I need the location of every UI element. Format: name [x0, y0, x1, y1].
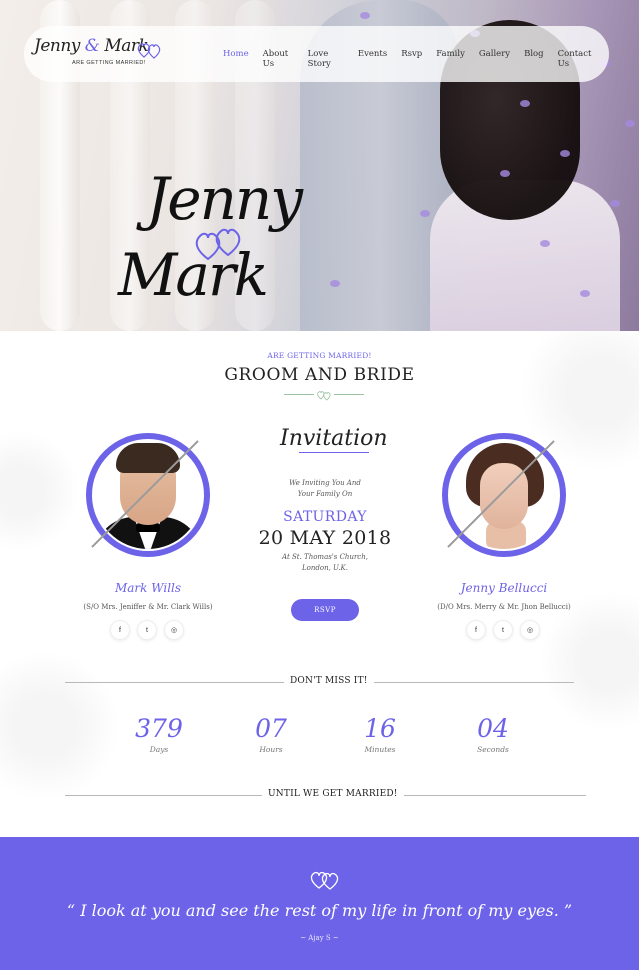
bride-name: Jenny Bellucci — [460, 581, 548, 595]
nav-contact-us[interactable]: Contact Us — [558, 49, 595, 69]
top-navbar: Jenny & Mark ARE GETTING MARRIED! Home A… — [24, 26, 609, 82]
petal — [360, 12, 370, 19]
divider-line — [284, 394, 314, 395]
nav-about-us[interactable]: About Us — [263, 49, 294, 69]
venue-line-2: London, U.K. — [302, 564, 348, 572]
hero-name-mark: Mark — [118, 241, 269, 309]
nav-gallery[interactable]: Gallery — [479, 49, 510, 69]
bride-facebook-icon[interactable]: f — [466, 620, 486, 640]
petal — [330, 280, 340, 287]
bride-photo — [436, 427, 586, 577]
countdown-bottom-label: UNTIL WE GET MARRIED! — [262, 789, 404, 799]
petal — [580, 290, 590, 297]
hearts-icon — [317, 391, 331, 401]
groom-parents: (S/O Mrs. Jeniffer & Mr. Clark Wills) — [83, 603, 213, 611]
invitation-day: SATURDAY — [283, 509, 367, 525]
countdown-days-label: Days — [149, 745, 169, 754]
countdown-minutes-label: Minutes — [364, 745, 396, 754]
nav-events[interactable]: Events — [358, 49, 387, 69]
groom-name: Mark Wills — [114, 581, 182, 595]
bride-portrait — [450, 441, 558, 549]
invitation-underline — [299, 452, 369, 453]
quote-author: ~ Ajay S ~ — [300, 934, 339, 942]
nav-love-story[interactable]: Love Story — [308, 49, 344, 69]
countdown-hours: 07 Hours — [221, 714, 321, 755]
countdown-minutes-value: 16 — [364, 714, 396, 743]
logo-tagline: ARE GETTING MARRIED! — [72, 60, 146, 66]
groom-instagram-icon[interactable]: ◎ — [164, 620, 184, 640]
nav-rsvp[interactable]: Rsvp — [401, 49, 422, 69]
groom-and-bride-section: ARE GETTING MARRIED! GROOM AND BRIDE Mar… — [0, 331, 639, 837]
logo-names: Jenny & Mark — [34, 36, 149, 56]
invitation-line-1: We Inviting You And — [289, 479, 361, 487]
petal — [500, 170, 510, 177]
countdown-seconds-value: 04 — [477, 714, 509, 743]
countdown-hours-label: Hours — [259, 745, 283, 754]
countdown-days-value: 379 — [135, 714, 183, 743]
countdown-seconds-label: Seconds — [477, 745, 509, 754]
bride-instagram-icon[interactable]: ◎ — [520, 620, 540, 640]
invitation-date: 20 MAY 2018 — [258, 527, 392, 549]
petal — [610, 200, 620, 207]
petal — [420, 210, 430, 217]
countdown-seconds: 04 Seconds — [443, 714, 543, 755]
countdown-minutes: 16 Minutes — [330, 714, 430, 755]
hearts-icon — [310, 871, 339, 890]
invitation-line-2: Your Family On — [297, 490, 353, 498]
quote-section: “ I look at you and see the rest of my l… — [0, 837, 639, 970]
bride-twitter-icon[interactable]: t — [493, 620, 513, 640]
venue-line-1: At St. Thomas's Church, — [282, 553, 368, 561]
petal — [560, 150, 570, 157]
petal — [540, 240, 550, 247]
hero-banner: Jenny & Mark ARE GETTING MARRIED! Home A… — [0, 0, 639, 331]
petal — [520, 100, 530, 107]
floral-decoration — [0, 431, 80, 551]
countdown-top-label: DON'T MISS IT! — [284, 676, 374, 686]
main-nav: Home About Us Love Story Events Rsvp Fam… — [223, 49, 609, 69]
countdown-hours-value: 07 — [255, 714, 287, 743]
invitation-title: Invitation — [280, 426, 388, 451]
divider-line — [334, 394, 364, 395]
floral-decoration — [0, 651, 120, 801]
rsvp-button[interactable]: RSVP — [291, 599, 359, 621]
section-eyebrow: ARE GETTING MARRIED! — [267, 351, 372, 360]
nav-home[interactable]: Home — [223, 49, 249, 69]
groom-photo — [80, 427, 230, 577]
countdown-days: 379 Days — [109, 714, 209, 755]
quote-text: “ I look at you and see the rest of my l… — [66, 901, 573, 920]
floral-decoration — [540, 591, 639, 731]
hero-name-jenny: Jenny — [146, 165, 303, 233]
nav-family[interactable]: Family — [436, 49, 465, 69]
bride-parents: (D/O Mrs. Merry & Mr. Jhon Bellucci) — [437, 603, 571, 611]
site-logo[interactable]: Jenny & Mark ARE GETTING MARRIED! — [32, 34, 182, 74]
nav-blog[interactable]: Blog — [524, 49, 544, 69]
section-title: GROOM AND BRIDE — [224, 365, 415, 385]
groom-facebook-icon[interactable]: f — [110, 620, 130, 640]
groom-twitter-icon[interactable]: t — [137, 620, 157, 640]
title-divider — [284, 389, 364, 401]
groom-portrait — [94, 441, 202, 549]
hearts-icon — [137, 43, 161, 59]
petal — [625, 120, 635, 127]
